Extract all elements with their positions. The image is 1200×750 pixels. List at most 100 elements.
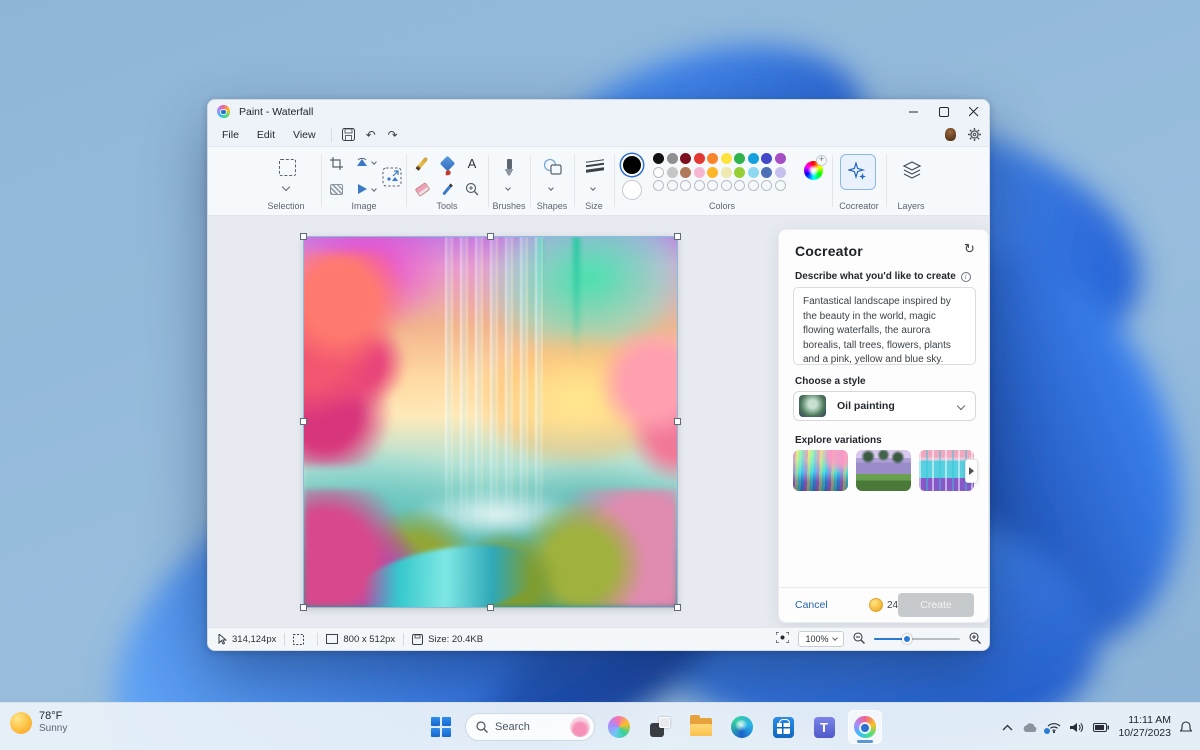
rotate-chevron-icon[interactable] bbox=[371, 159, 377, 165]
volume-icon[interactable] bbox=[1070, 722, 1084, 733]
zoom-slider[interactable] bbox=[874, 634, 960, 644]
empty-color-swatch[interactable] bbox=[747, 180, 759, 191]
color-swatch[interactable] bbox=[761, 153, 772, 164]
start-button[interactable] bbox=[424, 710, 458, 744]
color-swatch[interactable] bbox=[720, 166, 732, 178]
empty-color-swatch[interactable] bbox=[666, 180, 678, 191]
tray-chevron-up-icon[interactable] bbox=[1002, 724, 1013, 731]
color-swatch[interactable] bbox=[734, 153, 745, 164]
color-swatch[interactable] bbox=[774, 166, 786, 178]
account-avatar[interactable] bbox=[945, 128, 956, 141]
copilot-button[interactable] bbox=[602, 710, 636, 744]
task-view-button[interactable] bbox=[643, 710, 677, 744]
resize-tool[interactable] bbox=[380, 165, 404, 189]
empty-color-swatch[interactable] bbox=[734, 180, 745, 191]
undo-button[interactable]: ↶ bbox=[360, 126, 382, 144]
empty-color-swatch[interactable] bbox=[774, 180, 786, 191]
prompt-textarea[interactable]: Fantastical landscape inspired by the be… bbox=[793, 287, 976, 365]
magnifier-tool[interactable] bbox=[462, 179, 482, 199]
rotate-tool[interactable] bbox=[352, 153, 372, 173]
maximize-button[interactable] bbox=[929, 100, 959, 123]
create-button[interactable]: Create bbox=[898, 593, 974, 617]
selection-handle[interactable] bbox=[674, 418, 681, 425]
flip-chevron-icon[interactable] bbox=[371, 186, 377, 192]
battery-icon[interactable] bbox=[1093, 722, 1110, 732]
edit-colors-wheel[interactable] bbox=[804, 155, 827, 180]
color-swatch[interactable] bbox=[680, 166, 691, 178]
close-button[interactable] bbox=[959, 100, 989, 123]
color-swatch[interactable] bbox=[693, 153, 705, 164]
wifi-icon[interactable] bbox=[1044, 722, 1061, 734]
search-box[interactable]: Search bbox=[465, 713, 595, 741]
variation-thumbnail-1[interactable] bbox=[793, 450, 848, 491]
foreground-color-swatch[interactable] bbox=[621, 154, 643, 176]
cocreator-button[interactable] bbox=[840, 154, 876, 190]
brushes-chevron-icon[interactable] bbox=[505, 185, 511, 191]
color-swatch[interactable] bbox=[707, 153, 718, 164]
empty-color-swatch[interactable] bbox=[693, 180, 705, 191]
zoom-in-icon[interactable] bbox=[969, 631, 981, 647]
menu-edit[interactable]: Edit bbox=[248, 126, 284, 144]
variations-next-button[interactable] bbox=[965, 459, 978, 483]
info-icon[interactable]: i bbox=[960, 271, 971, 282]
text-tool[interactable]: A bbox=[462, 153, 482, 173]
color-swatch[interactable] bbox=[666, 153, 678, 164]
fill-tool[interactable] bbox=[437, 153, 457, 173]
transparent-selection-tool[interactable] bbox=[326, 179, 346, 199]
empty-color-swatch[interactable] bbox=[720, 180, 732, 191]
clock[interactable]: 11:11 AM 10/27/2023 bbox=[1118, 714, 1171, 740]
background-color-swatch[interactable] bbox=[622, 180, 642, 200]
color-swatch[interactable] bbox=[666, 166, 678, 178]
settings-gear-icon[interactable] bbox=[968, 128, 981, 141]
color-swatch[interactable] bbox=[747, 153, 759, 164]
paint-taskbar-button[interactable] bbox=[848, 710, 882, 744]
selection-handle[interactable] bbox=[486, 233, 494, 240]
selection-handle[interactable] bbox=[486, 604, 494, 611]
canvas[interactable] bbox=[300, 233, 681, 611]
selection-handle[interactable] bbox=[674, 604, 681, 611]
weather-widget[interactable]: 78°F Sunny bbox=[10, 710, 67, 735]
crop-tool[interactable] bbox=[326, 153, 346, 173]
variation-thumbnail-2[interactable] bbox=[856, 450, 911, 491]
file-explorer-button[interactable] bbox=[684, 710, 718, 744]
eraser-tool[interactable] bbox=[412, 179, 432, 199]
color-swatch[interactable] bbox=[734, 166, 745, 178]
empty-color-swatch[interactable] bbox=[761, 180, 772, 191]
color-swatch[interactable] bbox=[707, 166, 718, 178]
color-swatch[interactable] bbox=[653, 166, 664, 178]
layers-button[interactable] bbox=[900, 158, 924, 182]
store-button[interactable] bbox=[766, 710, 800, 744]
color-swatch[interactable] bbox=[761, 166, 772, 178]
menu-view[interactable]: View bbox=[284, 126, 325, 144]
empty-color-swatch[interactable] bbox=[707, 180, 718, 191]
selection-handle[interactable] bbox=[674, 233, 681, 240]
selection-handle[interactable] bbox=[300, 418, 307, 425]
empty-color-swatch[interactable] bbox=[653, 180, 664, 191]
color-picker-tool[interactable] bbox=[437, 179, 457, 199]
shapes-tool[interactable] bbox=[541, 155, 565, 179]
selection-handle[interactable] bbox=[300, 233, 307, 240]
edge-button[interactable] bbox=[725, 710, 759, 744]
selection-tool[interactable] bbox=[277, 157, 297, 177]
onedrive-cloud-icon[interactable] bbox=[1022, 722, 1038, 733]
pencil-tool[interactable] bbox=[412, 153, 432, 173]
teams-button[interactable]: T bbox=[807, 710, 841, 744]
menu-file[interactable]: File bbox=[213, 126, 248, 144]
selection-handle[interactable] bbox=[300, 604, 307, 611]
flip-tool[interactable] bbox=[352, 179, 372, 199]
zoom-out-icon[interactable] bbox=[853, 631, 865, 647]
color-swatch[interactable] bbox=[653, 153, 664, 164]
empty-color-swatch[interactable] bbox=[680, 180, 691, 191]
brushes-tool[interactable] bbox=[499, 155, 519, 179]
color-swatch[interactable] bbox=[680, 153, 691, 164]
color-swatch[interactable] bbox=[693, 166, 705, 178]
zoom-slider-thumb[interactable] bbox=[901, 634, 912, 644]
fit-to-screen-icon[interactable] bbox=[775, 631, 790, 646]
style-dropdown[interactable]: Oil painting bbox=[793, 391, 976, 421]
save-button[interactable] bbox=[338, 126, 360, 144]
notification-bell-icon[interactable] bbox=[1180, 720, 1192, 734]
size-chevron-icon[interactable] bbox=[590, 185, 596, 191]
zoom-level-dropdown[interactable]: 100% bbox=[798, 631, 844, 647]
selection-chevron-icon[interactable] bbox=[281, 182, 291, 192]
history-icon[interactable]: ↺ bbox=[964, 242, 975, 257]
